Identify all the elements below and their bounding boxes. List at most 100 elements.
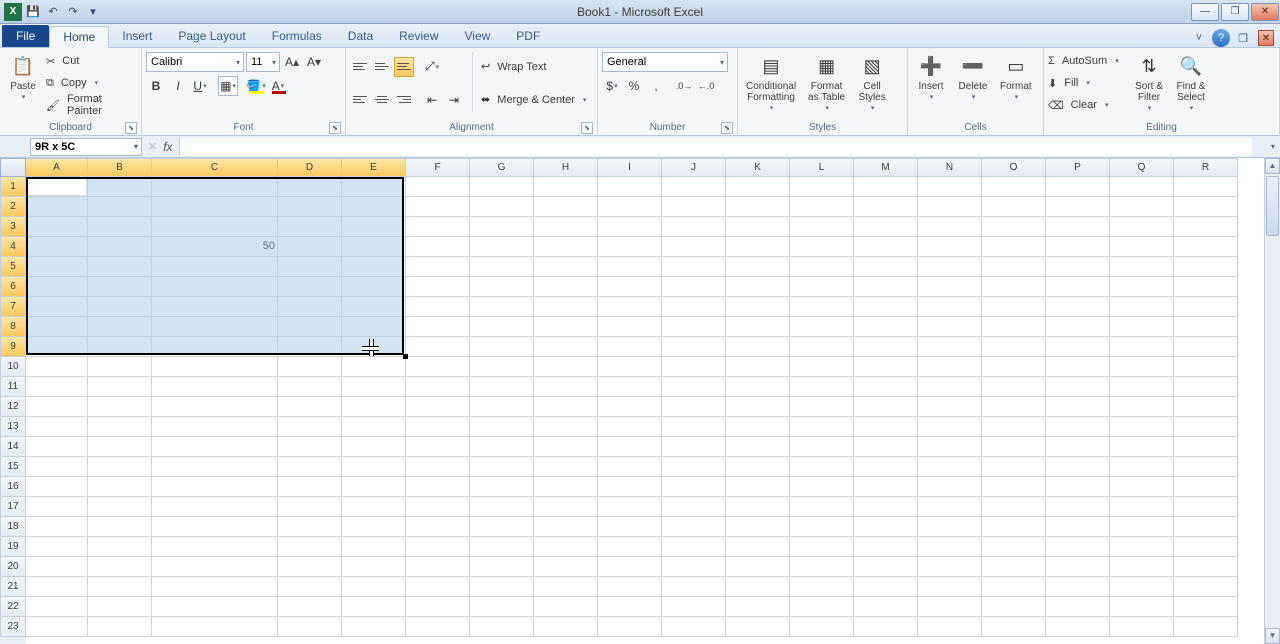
row-header-9[interactable]: 9 [0,337,26,357]
cell-R6[interactable] [1174,277,1238,297]
decrease-font-icon[interactable]: A▾ [304,52,324,72]
cell-F15[interactable] [406,457,470,477]
cell-O13[interactable] [982,417,1046,437]
cell-E16[interactable] [342,477,406,497]
cell-L3[interactable] [790,217,854,237]
col-header-N[interactable]: N [918,158,982,177]
cell-L20[interactable] [790,557,854,577]
cell-Q1[interactable] [1110,177,1174,197]
cell-N21[interactable] [918,577,982,597]
cell-D1[interactable] [278,177,342,197]
cell-L18[interactable] [790,517,854,537]
cell-A12[interactable] [26,397,88,417]
row-header-8[interactable]: 8 [0,317,26,337]
cell-N16[interactable] [918,477,982,497]
cell-E21[interactable] [342,577,406,597]
cell-H7[interactable] [534,297,598,317]
cell-H23[interactable] [534,617,598,637]
cell-C20[interactable] [152,557,278,577]
cell-G6[interactable] [470,277,534,297]
cell-L14[interactable] [790,437,854,457]
cell-E14[interactable] [342,437,406,457]
cell-Q17[interactable] [1110,497,1174,517]
cell-D15[interactable] [278,457,342,477]
cell-I1[interactable] [598,177,662,197]
row-header-12[interactable]: 12 [0,397,26,417]
cell-B13[interactable] [88,417,152,437]
cell-H9[interactable] [534,337,598,357]
help-icon[interactable]: ? [1212,29,1230,47]
cell-E19[interactable] [342,537,406,557]
cell-K1[interactable] [726,177,790,197]
cell-Q18[interactable] [1110,517,1174,537]
vertical-scrollbar[interactable]: ▲ ▼ [1264,158,1280,644]
col-header-K[interactable]: K [726,158,790,177]
col-header-F[interactable]: F [406,158,470,177]
cell-C3[interactable] [152,217,278,237]
cell-F6[interactable] [406,277,470,297]
cell-R22[interactable] [1174,597,1238,617]
cell-J10[interactable] [662,357,726,377]
cell-C6[interactable] [152,277,278,297]
cell-R15[interactable] [1174,457,1238,477]
cell-M6[interactable] [854,277,918,297]
cell-O8[interactable] [982,317,1046,337]
cell-A15[interactable] [26,457,88,477]
comma-button[interactable]: , [646,76,666,96]
cell-C13[interactable] [152,417,278,437]
cell-M17[interactable] [854,497,918,517]
clipboard-launcher[interactable]: ⬊ [125,122,137,134]
find-select-button[interactable]: 🔍Find & Select▾ [1172,50,1210,114]
cell-H16[interactable] [534,477,598,497]
fx-icon[interactable]: fx [163,140,172,154]
format-as-table-button[interactable]: ▦Format as Table▾ [804,50,849,114]
cell-R2[interactable] [1174,197,1238,217]
cell-G15[interactable] [470,457,534,477]
cell-O4[interactable] [982,237,1046,257]
scroll-up-button[interactable]: ▲ [1265,158,1280,174]
align-left-button[interactable] [350,90,370,110]
cell-M20[interactable] [854,557,918,577]
cell-E20[interactable] [342,557,406,577]
cell-G5[interactable] [470,257,534,277]
cell-F4[interactable] [406,237,470,257]
cell-B19[interactable] [88,537,152,557]
cell-L13[interactable] [790,417,854,437]
cell-H19[interactable] [534,537,598,557]
cell-P1[interactable] [1046,177,1110,197]
cell-A5[interactable] [26,257,88,277]
cell-K18[interactable] [726,517,790,537]
cell-G19[interactable] [470,537,534,557]
cell-E23[interactable] [342,617,406,637]
cell-M14[interactable] [854,437,918,457]
cell-C12[interactable] [152,397,278,417]
cell-A4[interactable] [26,237,88,257]
cell-M13[interactable] [854,417,918,437]
cell-C14[interactable] [152,437,278,457]
cell-H2[interactable] [534,197,598,217]
cell-Q13[interactable] [1110,417,1174,437]
close-button[interactable]: ✕ [1251,3,1279,21]
cell-A20[interactable] [26,557,88,577]
cell-G11[interactable] [470,377,534,397]
row-header-18[interactable]: 18 [0,517,26,537]
cell-L2[interactable] [790,197,854,217]
cell-P23[interactable] [1046,617,1110,637]
row-header-2[interactable]: 2 [0,197,26,217]
cell-D19[interactable] [278,537,342,557]
cell-O20[interactable] [982,557,1046,577]
col-header-M[interactable]: M [854,158,918,177]
row-headers[interactable]: 1234567891011121314151617181920212223 [0,158,26,644]
cell-G1[interactable] [470,177,534,197]
cell-P3[interactable] [1046,217,1110,237]
cell-F3[interactable] [406,217,470,237]
cell-O14[interactable] [982,437,1046,457]
cell-G7[interactable] [470,297,534,317]
cell-O7[interactable] [982,297,1046,317]
cell-N20[interactable] [918,557,982,577]
cell-J9[interactable] [662,337,726,357]
cell-F13[interactable] [406,417,470,437]
cell-C4[interactable]: 50 [152,237,278,257]
cell-N7[interactable] [918,297,982,317]
cell-G4[interactable] [470,237,534,257]
